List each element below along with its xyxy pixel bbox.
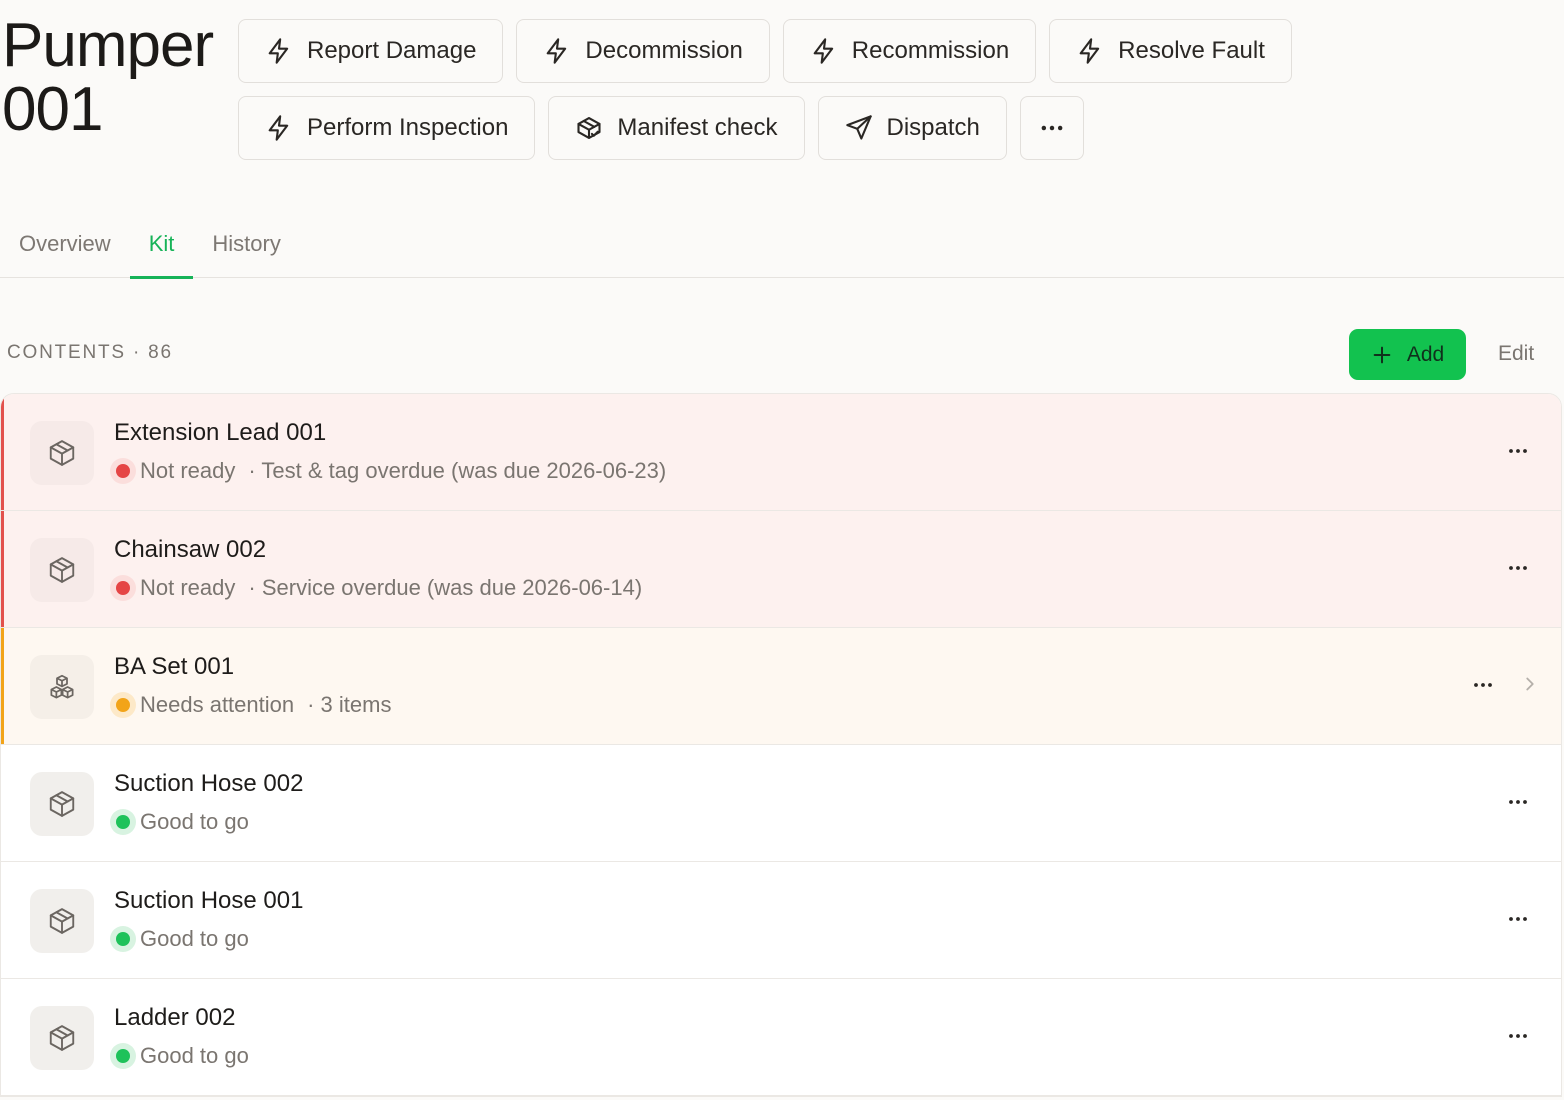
status-detail: · Service overdue (was due 2026-06-14) — [248, 575, 643, 600]
status-text: Needs attention — [140, 692, 295, 717]
send-icon — [845, 115, 872, 140]
package-icon — [49, 1025, 75, 1051]
item-status: Needs attention · 3 items — [110, 692, 391, 718]
tab-history[interactable]: History — [193, 210, 299, 278]
report-damage-label: Report Damage — [307, 37, 477, 64]
edit-button[interactable]: Edit — [1498, 342, 1534, 366]
more-horizontal-icon — [1509, 800, 1527, 804]
asset-page: Pumper 001 Report Damage Decommission Re… — [0, 0, 1564, 1100]
tab-kit[interactable]: Kit — [129, 210, 194, 279]
row-more-button[interactable] — [1505, 789, 1531, 815]
list-item[interactable]: Ladder 002 Good to go — [1, 979, 1561, 1096]
package-icon — [49, 557, 75, 583]
lightning-icon — [1079, 38, 1100, 64]
package-icon — [49, 440, 75, 466]
more-horizontal-icon — [1509, 449, 1527, 453]
row-more-button[interactable] — [1505, 555, 1531, 581]
more-actions-button[interactable] — [1019, 96, 1084, 160]
dispatch-label: Dispatch — [886, 114, 980, 141]
resolve-fault-label: Resolve Fault — [1118, 37, 1265, 64]
status-detail: · 3 items — [307, 692, 392, 717]
list-item[interactable]: Chainsaw 002 Not ready · Service overdue… — [1, 511, 1561, 628]
row-more-button[interactable] — [1505, 1023, 1531, 1049]
page-title: Pumper 001 — [2, 14, 232, 142]
item-status: Not ready · Service overdue (was due 202… — [110, 575, 642, 601]
status-detail: · Test & tag overdue (was due 2026-06-23… — [248, 458, 667, 483]
list-item[interactable]: Suction Hose 002 Good to go — [1, 745, 1561, 862]
lightning-icon — [813, 38, 834, 64]
recommission-label: Recommission — [851, 37, 1010, 64]
item-icon-tile — [30, 421, 94, 485]
manifest-check-label: Manifest check — [617, 114, 778, 141]
item-name: BA Set 001 — [114, 653, 235, 680]
package-icon — [49, 791, 75, 817]
item-icon-tile — [30, 772, 94, 836]
lightning-icon — [268, 38, 289, 64]
more-horizontal-icon — [1509, 566, 1527, 570]
package-icon — [49, 908, 75, 934]
status-text: Good to go — [140, 926, 249, 951]
decommission-label: Decommission — [585, 37, 743, 64]
row-more-button[interactable] — [1505, 438, 1531, 464]
contents-count-label: CONTENTS · 86 — [7, 342, 173, 363]
report-damage-button[interactable]: Report Damage — [238, 19, 504, 83]
decommission-button[interactable]: Decommission — [516, 19, 770, 83]
plus-icon — [1373, 346, 1391, 363]
resolve-fault-button[interactable]: Resolve Fault — [1049, 19, 1292, 83]
status-text: Not ready — [140, 458, 236, 483]
perform-inspection-label: Perform Inspection — [307, 114, 509, 141]
action-toolbar: Report Damage Decommission Recommission … — [238, 19, 1292, 173]
more-horizontal-icon — [1509, 1034, 1527, 1038]
item-icon-tile — [30, 538, 94, 602]
status-dot — [110, 1043, 136, 1069]
package-check-icon — [577, 117, 601, 139]
item-status: Good to go — [110, 926, 249, 952]
item-icon-tile — [30, 1006, 94, 1070]
lightning-icon — [547, 38, 567, 64]
item-icon-tile — [30, 655, 94, 719]
add-label: Add — [1406, 342, 1445, 366]
title-line-2: 001 — [2, 75, 103, 144]
tab-bar: Overview Kit History — [0, 210, 1564, 279]
status-dot — [110, 458, 136, 484]
status-text: Good to go — [140, 809, 249, 834]
status-text: Good to go — [140, 1043, 249, 1068]
recommission-button[interactable]: Recommission — [782, 19, 1037, 83]
add-button[interactable]: Add — [1349, 329, 1466, 380]
status-dot — [110, 575, 136, 601]
item-status: Not ready · Test & tag overdue (was due … — [110, 458, 666, 484]
more-horizontal-icon — [1474, 683, 1492, 687]
action-row-2: Perform Inspection Manifest check Dispat… — [238, 96, 1292, 160]
lightning-icon — [268, 115, 289, 141]
manifest-check-button[interactable]: Manifest check — [548, 96, 805, 160]
title-line-1: Pumper — [2, 11, 214, 80]
status-dot — [110, 809, 136, 835]
item-status: Good to go — [110, 1043, 249, 1069]
status-dot — [110, 692, 136, 718]
more-horizontal-icon — [1041, 125, 1063, 131]
kit-list: Extension Lead 001 Not ready · Test & ta… — [0, 393, 1562, 1097]
list-item[interactable]: Extension Lead 001 Not ready · Test & ta… — [1, 394, 1561, 511]
chevron-right-icon[interactable] — [1519, 673, 1541, 695]
row-more-button[interactable] — [1505, 906, 1531, 932]
more-horizontal-icon — [1509, 917, 1527, 921]
item-status: Good to go — [110, 809, 249, 835]
list-item[interactable]: Suction Hose 001 Good to go — [1, 862, 1561, 979]
list-item[interactable]: BA Set 001 Needs attention · 3 items — [1, 628, 1561, 745]
item-name: Suction Hose 001 — [114, 887, 304, 914]
item-icon-tile — [30, 889, 94, 953]
perform-inspection-button[interactable]: Perform Inspection — [238, 96, 536, 160]
row-more-button[interactable] — [1470, 672, 1496, 698]
boxes-icon — [50, 674, 74, 699]
action-row-1: Report Damage Decommission Recommission … — [238, 19, 1292, 83]
status-dot — [110, 926, 136, 952]
item-name: Extension Lead 001 — [114, 419, 327, 446]
item-name: Chainsaw 002 — [114, 536, 267, 563]
status-text: Not ready — [140, 575, 236, 600]
item-name: Suction Hose 002 — [114, 770, 304, 797]
tab-overview[interactable]: Overview — [0, 210, 130, 278]
item-name: Ladder 002 — [114, 1004, 236, 1031]
dispatch-button[interactable]: Dispatch — [817, 96, 1007, 160]
